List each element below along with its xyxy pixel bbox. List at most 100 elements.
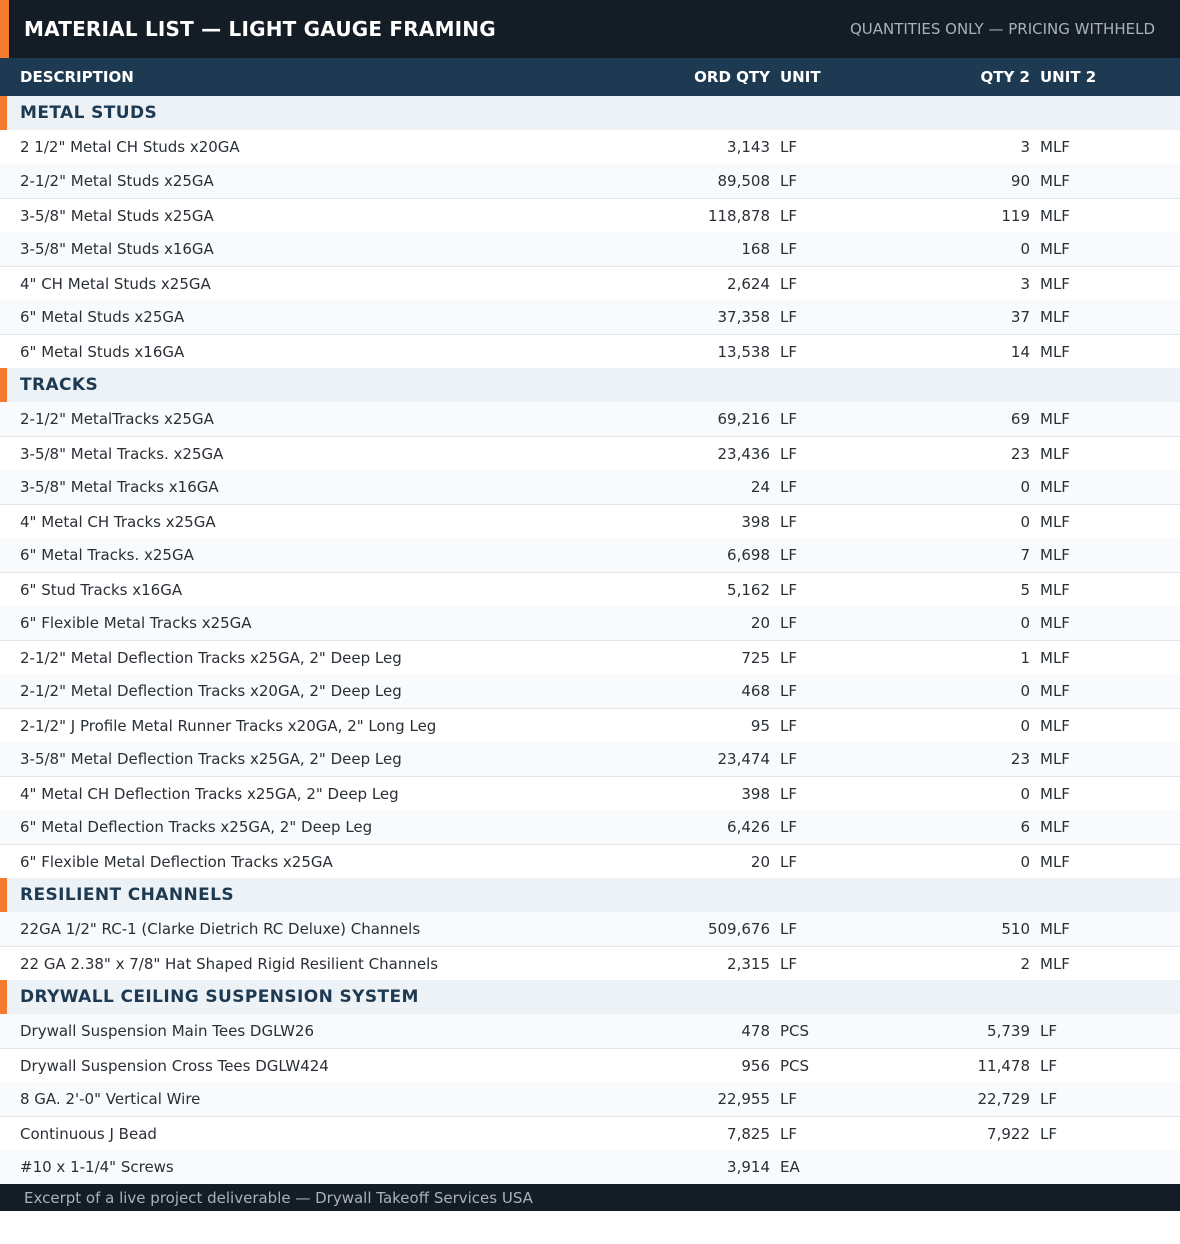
cell-description: 4" Metal CH Tracks x25GA <box>20 512 216 531</box>
cell-unit2: MLF <box>1040 682 1070 700</box>
cell-description: 4" CH Metal Studs x25GA <box>20 274 211 293</box>
cell-ord-qty: 5,162 <box>727 580 770 599</box>
cell-unit: LF <box>780 410 797 428</box>
cell-description: 2-1/2" Metal Deflection Tracks x25GA, 2"… <box>20 648 402 667</box>
section-title: TRACKS <box>20 375 99 395</box>
footer-bar: Excerpt of a live project deliverable — … <box>0 1184 1180 1211</box>
cell-description: Drywall Suspension Main Tees DGLW26 <box>20 1022 314 1040</box>
cell-ord-qty: 89,508 <box>717 172 771 190</box>
cell-qty2: 11,478 <box>977 1056 1031 1075</box>
cell-qty2: 119 <box>1001 206 1030 225</box>
cell-unit2: MLF <box>1040 716 1070 735</box>
cell-unit2: MLF <box>1040 750 1070 768</box>
cell-unit2: LF <box>1040 1022 1057 1040</box>
cell-qty2: 23 <box>1010 444 1030 463</box>
cell-unit: LF <box>780 920 797 938</box>
footer-text: Excerpt of a live project deliverable — … <box>24 1188 533 1207</box>
cell-description: Continuous J Bead <box>20 1124 157 1143</box>
cell-unit: LF <box>780 1090 797 1108</box>
cell-ord-qty: 20 <box>750 614 770 632</box>
table-row: 2-1/2" MetalTracks x25GA 69,216 LF 69 MLF <box>0 402 1180 436</box>
cell-unit: LF <box>780 1124 797 1143</box>
cell-unit: LF <box>780 240 797 258</box>
cell-unit2: MLF <box>1040 648 1070 667</box>
cell-ord-qty: 468 <box>741 682 770 700</box>
cell-unit2: MLF <box>1040 954 1070 973</box>
table-row: 3-5/8" Metal Tracks. x25GA 23,436 LF 23 MLF <box>0 436 1180 470</box>
cell-unit: PCS <box>780 1056 810 1075</box>
table-row: 6" Metal Deflection Tracks x25GA, 2" Dee… <box>0 810 1180 844</box>
cell-ord-qty: 398 <box>741 512 770 531</box>
cell-ord-qty: 725 <box>741 648 770 667</box>
cell-qty2: 0 <box>1020 614 1030 632</box>
section-header: DRYWALL CEILING SUSPENSION SYSTEM <box>0 980 1180 1014</box>
section-header: RESILIENT CHANNELS <box>0 878 1180 912</box>
table-row: 6" Flexible Metal Deflection Tracks x25G… <box>0 844 1180 878</box>
cell-description: 3-5/8" Metal Tracks. x25GA <box>20 444 224 463</box>
cell-ord-qty: 69,216 <box>717 410 771 428</box>
table-row: 22GA 1/2" RC-1 (Clarke Dietrich RC Delux… <box>0 912 1180 946</box>
table-row: 6" Stud Tracks x16GA 5,162 LF 5 MLF <box>0 572 1180 606</box>
cell-description: 2-1/2" Metal Deflection Tracks x20GA, 2"… <box>20 682 402 700</box>
cell-unit2: MLF <box>1040 342 1070 361</box>
cell-qty2: 90 <box>1010 172 1030 190</box>
table-row: Continuous J Bead 7,825 LF 7,922 LF <box>0 1116 1180 1150</box>
cell-unit: LF <box>780 954 797 973</box>
cell-ord-qty: 168 <box>741 240 770 258</box>
cell-ord-qty: 23,474 <box>717 750 771 768</box>
cell-ord-qty: 956 <box>741 1056 770 1075</box>
cell-unit: LF <box>780 784 797 803</box>
table-row: 6" Metal Studs x16GA 13,538 LF 14 MLF <box>0 334 1180 368</box>
cell-unit2: MLF <box>1040 920 1070 938</box>
cell-qty2: 0 <box>1020 682 1030 700</box>
section-header: METAL STUDS <box>0 96 1180 130</box>
table-row: 3-5/8" Metal Studs x25GA 118,878 LF 119 MLF <box>0 198 1180 232</box>
cell-ord-qty: 6,698 <box>727 546 770 564</box>
cell-description: 3-5/8" Metal Studs x16GA <box>20 240 214 258</box>
cell-unit2: MLF <box>1040 138 1070 156</box>
table-row: 2-1/2" Metal Deflection Tracks x20GA, 2"… <box>0 674 1180 708</box>
cell-unit: LF <box>780 512 797 531</box>
cell-description: 22GA 1/2" RC-1 (Clarke Dietrich RC Delux… <box>20 920 421 938</box>
cell-description: 3-5/8" Metal Tracks x16GA <box>20 478 219 496</box>
cell-description: 3-5/8" Metal Studs x25GA <box>20 206 214 225</box>
table-row: 6" Metal Studs x25GA 37,358 LF 37 MLF <box>0 300 1180 334</box>
cell-unit: LF <box>780 716 797 735</box>
cell-description: 2-1/2" Metal Studs x25GA <box>20 172 214 190</box>
cell-qty2: 0 <box>1020 512 1030 531</box>
cell-unit: LF <box>780 206 797 225</box>
table-row: 2-1/2" Metal Studs x25GA 89,508 LF 90 MLF <box>0 164 1180 198</box>
cell-unit2: LF <box>1040 1090 1057 1108</box>
table-row: 22 GA 2.38" x 7/8" Hat Shaped Rigid Resi… <box>0 946 1180 980</box>
cell-description: 3-5/8" Metal Deflection Tracks x25GA, 2"… <box>20 750 402 768</box>
cell-ord-qty: 22,955 <box>717 1090 771 1108</box>
table-row: Drywall Suspension Main Tees DGLW26 478 PC… <box>0 1014 1180 1048</box>
cell-ord-qty: 6,426 <box>727 818 770 836</box>
cell-description: #10 x 1-1/4" Screws <box>20 1158 174 1176</box>
cell-qty2: 69 <box>1010 410 1030 428</box>
cell-ord-qty: 95 <box>750 716 770 735</box>
cell-unit: LF <box>780 138 797 156</box>
document-title: MATERIAL LIST — LIGHT GAUGE FRAMING <box>24 17 496 41</box>
cell-unit: LF <box>780 546 797 564</box>
table-row: 4" CH Metal Studs x25GA 2,624 LF 3 MLF <box>0 266 1180 300</box>
cell-qty2: 23 <box>1010 750 1030 768</box>
table-row: 3-5/8" Metal Deflection Tracks x25GA, 2"… <box>0 742 1180 776</box>
document-subtitle: QUANTITIES ONLY — PRICING WITHHELD <box>849 20 1155 38</box>
cell-ord-qty: 2,315 <box>727 954 770 973</box>
cell-unit: LF <box>780 818 797 836</box>
cell-qty2: 5 <box>1020 580 1030 599</box>
cell-description: 2 1/2" Metal CH Studs x20GA <box>20 138 240 156</box>
table-row: 3-5/8" Metal Studs x16GA 168 LF 0 MLF <box>0 232 1180 266</box>
cell-ord-qty: 20 <box>750 852 770 871</box>
cell-qty2: 22,729 <box>977 1090 1031 1108</box>
table-row: 4" Metal CH Deflection Tracks x25GA, 2" … <box>0 776 1180 810</box>
cell-description: 6" Metal Studs x25GA <box>20 308 185 326</box>
cell-ord-qty: 118,878 <box>707 206 770 225</box>
section-accent-stripe <box>0 878 7 912</box>
cell-description: 4" Metal CH Deflection Tracks x25GA, 2" … <box>20 784 399 803</box>
cell-description: 2-1/2" J Profile Metal Runner Tracks x20… <box>20 716 437 735</box>
section-title: RESILIENT CHANNELS <box>20 885 234 905</box>
cell-unit2: MLF <box>1040 206 1070 225</box>
cell-unit2: LF <box>1040 1124 1057 1143</box>
